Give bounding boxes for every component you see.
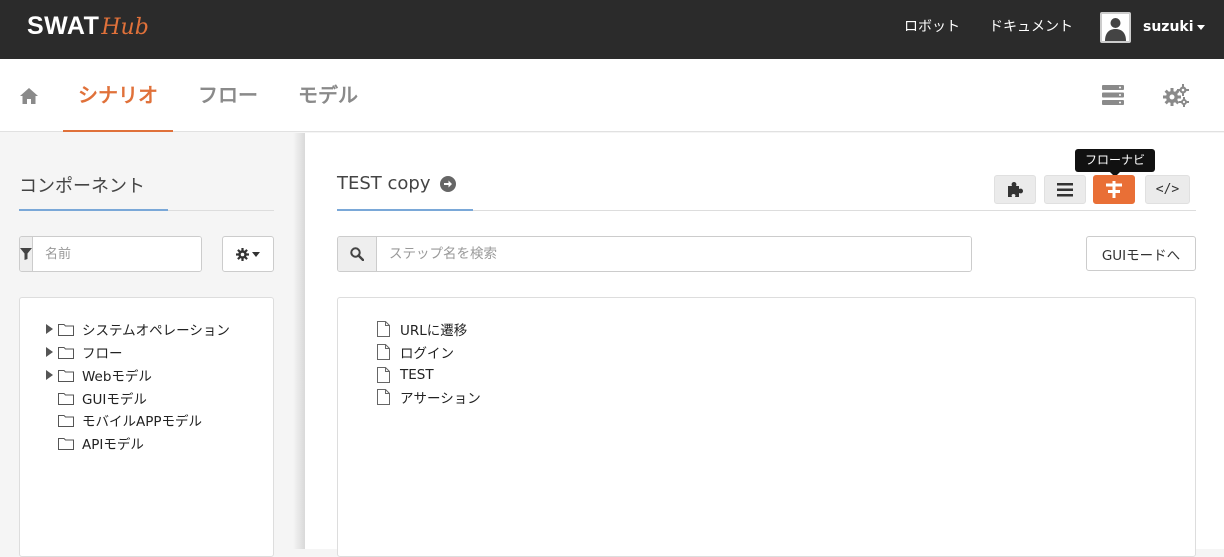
step-item-label: ログイン — [400, 346, 454, 362]
panel-divider — [293, 133, 305, 549]
step-item-label: TEST — [400, 367, 434, 383]
tree-item-flow[interactable]: フロー — [46, 342, 123, 362]
caret-down-icon — [252, 251, 260, 257]
expand-arrow-icon[interactable] — [46, 370, 53, 380]
gears-icon[interactable] — [1163, 84, 1189, 108]
caret-down-icon — [1196, 24, 1205, 30]
component-panel-title: コンポーネント — [19, 176, 145, 197]
swat-hub-logo[interactable]: SWAT Hub — [27, 12, 149, 40]
user-avatar-icon — [1102, 14, 1129, 41]
logo-main-text: SWAT — [27, 12, 100, 40]
server-icon[interactable] — [1102, 85, 1124, 105]
tree-item-gui-model[interactable]: GUIモデル — [46, 388, 147, 408]
folder-icon — [58, 346, 74, 359]
tree-item-label: モバイルAPPモデル — [82, 414, 203, 430]
folder-icon — [58, 437, 74, 450]
flownav-icon — [1106, 181, 1122, 198]
search-icon — [350, 247, 364, 261]
user-menu[interactable]: suzuki — [1143, 0, 1205, 59]
code-view-button[interactable]: </> — [1145, 175, 1190, 204]
logo-sub-text: Hub — [101, 15, 149, 40]
expand-arrow-icon[interactable] — [46, 347, 53, 357]
step-item-url-navigate[interactable]: URLに遷移 — [377, 319, 467, 339]
nav-link-robot[interactable]: ロボット — [904, 0, 960, 59]
puzzle-icon — [1007, 182, 1023, 197]
tab-scenario[interactable]: シナリオ — [63, 59, 173, 132]
tree-item-system-operation[interactable]: システムオペレーション — [46, 319, 230, 339]
component-settings-dropdown-button[interactable] — [222, 236, 274, 272]
expand-arrow-icon[interactable] — [46, 324, 53, 334]
step-list: URLに遷移 ログイン TEST アサーション — [337, 297, 1196, 557]
tree-item-label: Webモデル — [82, 369, 152, 385]
file-icon — [377, 389, 390, 405]
tree-item-label: システムオペレーション — [82, 323, 230, 339]
tab-model[interactable]: モデル — [298, 59, 358, 132]
flownav-button[interactable] — [1093, 175, 1135, 204]
folder-icon — [58, 414, 74, 427]
tree-item-label: APIモデル — [82, 437, 144, 453]
top-navbar: SWAT Hub ロボット ドキュメント suzuki — [0, 0, 1224, 59]
flownav-tooltip: フローナビ — [1075, 149, 1155, 172]
search-addon — [338, 237, 377, 271]
component-filter-group — [19, 236, 202, 272]
section-tabs-bar: シナリオ フロー モデル — [0, 59, 1224, 132]
step-item-label: アサーション — [400, 391, 481, 407]
component-name-filter-input[interactable] — [33, 237, 201, 271]
component-tree: システムオペレーション フロー Webモデル GUIモデル モバイルAPPモデル… — [19, 297, 274, 557]
file-icon — [377, 344, 390, 360]
step-search-group — [337, 236, 972, 272]
list-icon — [1057, 182, 1073, 196]
folder-icon — [58, 369, 74, 382]
step-item-test[interactable]: TEST — [377, 365, 434, 385]
tree-item-api-model[interactable]: APIモデル — [46, 433, 144, 453]
title-underline — [19, 209, 168, 211]
scenario-name: TEST copy — [337, 173, 431, 194]
title-underline — [337, 209, 473, 211]
gui-mode-button[interactable]: GUIモードへ — [1086, 236, 1196, 271]
tree-item-mobile-app-model[interactable]: モバイルAPPモデル — [46, 410, 202, 430]
file-icon — [377, 367, 390, 383]
avatar[interactable] — [1100, 12, 1131, 43]
tree-item-web-model[interactable]: Webモデル — [46, 365, 152, 385]
tree-item-label: GUIモデル — [82, 392, 147, 408]
gear-icon — [236, 247, 249, 261]
list-view-button[interactable] — [1044, 175, 1086, 204]
arrow-right-circle-icon[interactable] — [439, 175, 456, 192]
username-label: suzuki — [1143, 19, 1194, 35]
component-view-button[interactable] — [994, 175, 1036, 204]
step-item-assertion[interactable]: アサーション — [377, 387, 481, 407]
home-icon[interactable] — [19, 87, 39, 105]
step-search-input[interactable] — [377, 237, 971, 271]
filter-addon — [20, 237, 33, 271]
tree-item-label: フロー — [82, 346, 123, 362]
folder-icon — [58, 392, 74, 405]
folder-icon — [58, 323, 74, 336]
step-item-login[interactable]: ログイン — [377, 342, 454, 362]
file-icon — [377, 321, 390, 337]
step-item-label: URLに遷移 — [400, 323, 468, 339]
tab-flow[interactable]: フロー — [197, 59, 259, 132]
filter-icon — [20, 248, 32, 260]
nav-link-documents[interactable]: ドキュメント — [989, 0, 1073, 59]
scenario-title: TEST copy — [337, 173, 456, 194]
